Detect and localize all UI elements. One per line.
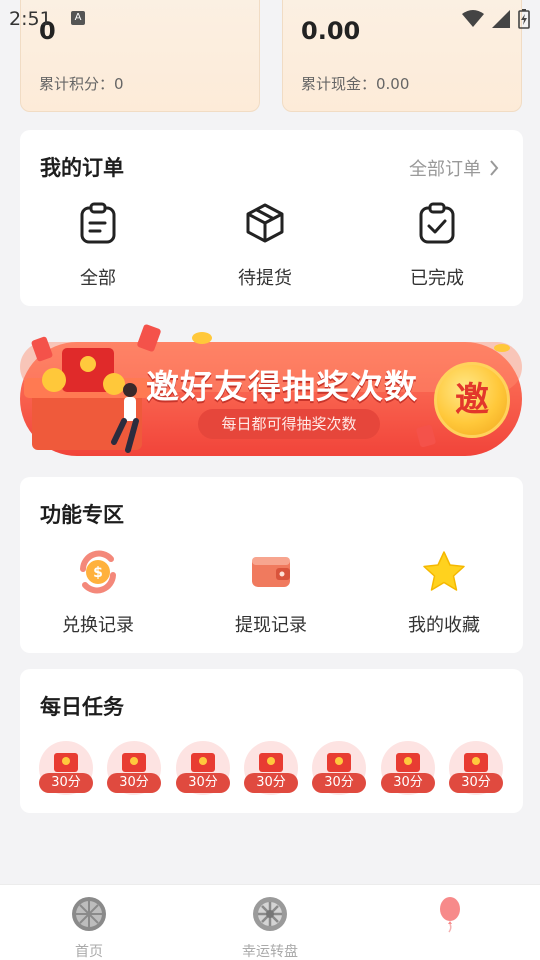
red-envelope-icon [54, 753, 78, 772]
tab-home[interactable]: 首页 [39, 895, 139, 960]
task-points: 30分 [381, 773, 435, 793]
tab-lucky-wheel[interactable]: 幸运转盘 [220, 895, 320, 960]
task-points: 30分 [176, 773, 230, 793]
task-reward[interactable]: 30分 [107, 741, 161, 795]
all-orders-link[interactable]: 全部订单 [409, 155, 499, 181]
withdraw-records[interactable]: 提现记录 [196, 549, 346, 637]
clipboard-list-icon [80, 202, 116, 244]
wallet-icon [252, 557, 290, 587]
status-icons [462, 9, 530, 29]
status-time: 2:51 [9, 8, 52, 30]
notification-icon: A [71, 11, 85, 25]
wifi-icon [462, 10, 484, 27]
order-all[interactable]: 全部 [28, 202, 168, 290]
exchange-records-label: 兑换记录 [62, 615, 134, 636]
task-points: 30分 [244, 773, 298, 793]
cash-label: 累计现金：0.00 [301, 75, 410, 93]
red-envelope-icon [464, 753, 488, 772]
tab-profile[interactable] [400, 895, 500, 941]
red-envelope-icon [122, 753, 146, 772]
withdraw-records-label: 提现记录 [235, 615, 307, 636]
banner-subtitle: 每日都可得抽奖次数 [198, 409, 380, 439]
task-reward[interactable]: 30分 [381, 741, 435, 795]
red-envelope-icon [396, 753, 420, 772]
task-points: 30分 [449, 773, 503, 793]
red-envelope-icon [191, 753, 215, 772]
task-reward[interactable]: 30分 [244, 741, 298, 795]
red-envelope-icon [259, 753, 283, 772]
invite-coin-badge: 邀 [434, 362, 510, 438]
my-favorites-label: 我的收藏 [408, 615, 480, 636]
functions-card: 功能专区 $ 兑换记录 提现记录 我的收藏 [20, 477, 523, 653]
tab-lucky-wheel-label: 幸运转盘 [242, 944, 298, 960]
order-all-label: 全部 [80, 268, 116, 289]
all-orders-label: 全部订单 [409, 159, 481, 180]
my-favorites[interactable]: 我的收藏 [369, 549, 519, 637]
package-box-icon [246, 203, 284, 243]
bottom-tab-bar: 首页 幸运转盘 [0, 884, 540, 960]
chevron-right-icon [490, 160, 499, 176]
task-points: 30分 [107, 773, 161, 793]
orange-slice-icon [72, 897, 106, 931]
task-reward[interactable]: 30分 [39, 741, 93, 795]
functions-title: 功能专区 [40, 503, 124, 527]
lucky-wheel-icon [253, 897, 287, 931]
order-pending-pickup[interactable]: 待提货 [195, 202, 335, 290]
coin-exchange-icon: $ [80, 550, 116, 594]
balloon-icon [440, 897, 460, 933]
signal-icon [492, 10, 510, 28]
tab-home-label: 首页 [75, 944, 103, 960]
points-label: 累计积分：0 [39, 75, 124, 93]
orders-title: 我的订单 [40, 156, 124, 180]
status-bar: 2:51 A [0, 0, 540, 36]
svg-text:$: $ [93, 565, 103, 581]
task-reward[interactable]: 30分 [176, 741, 230, 795]
task-reward[interactable]: 30分 [449, 741, 503, 795]
red-envelope-icon [327, 753, 351, 772]
battery-icon [518, 9, 530, 29]
order-completed[interactable]: 已完成 [367, 202, 507, 290]
task-points: 30分 [39, 773, 93, 793]
daily-tasks-title: 每日任务 [40, 695, 124, 719]
task-points: 30分 [312, 773, 366, 793]
banner-title: 邀好友得抽奖次数 [146, 367, 418, 406]
daily-tasks-card: 每日任务 30分 30分 30分 30分 30分 30分 30分 [20, 669, 523, 813]
task-reward[interactable]: 30分 [312, 741, 366, 795]
clipboard-check-icon [419, 202, 455, 244]
star-icon [423, 551, 465, 591]
invite-friends-banner[interactable]: 邀好友得抽奖次数 每日都可得抽奖次数 邀 [14, 318, 526, 466]
exchange-records[interactable]: $ 兑换记录 [23, 549, 173, 637]
order-pending-label: 待提货 [238, 268, 292, 289]
order-completed-label: 已完成 [410, 268, 464, 289]
my-orders-card: 我的订单 全部订单 全部 待提货 已完成 [20, 130, 523, 306]
